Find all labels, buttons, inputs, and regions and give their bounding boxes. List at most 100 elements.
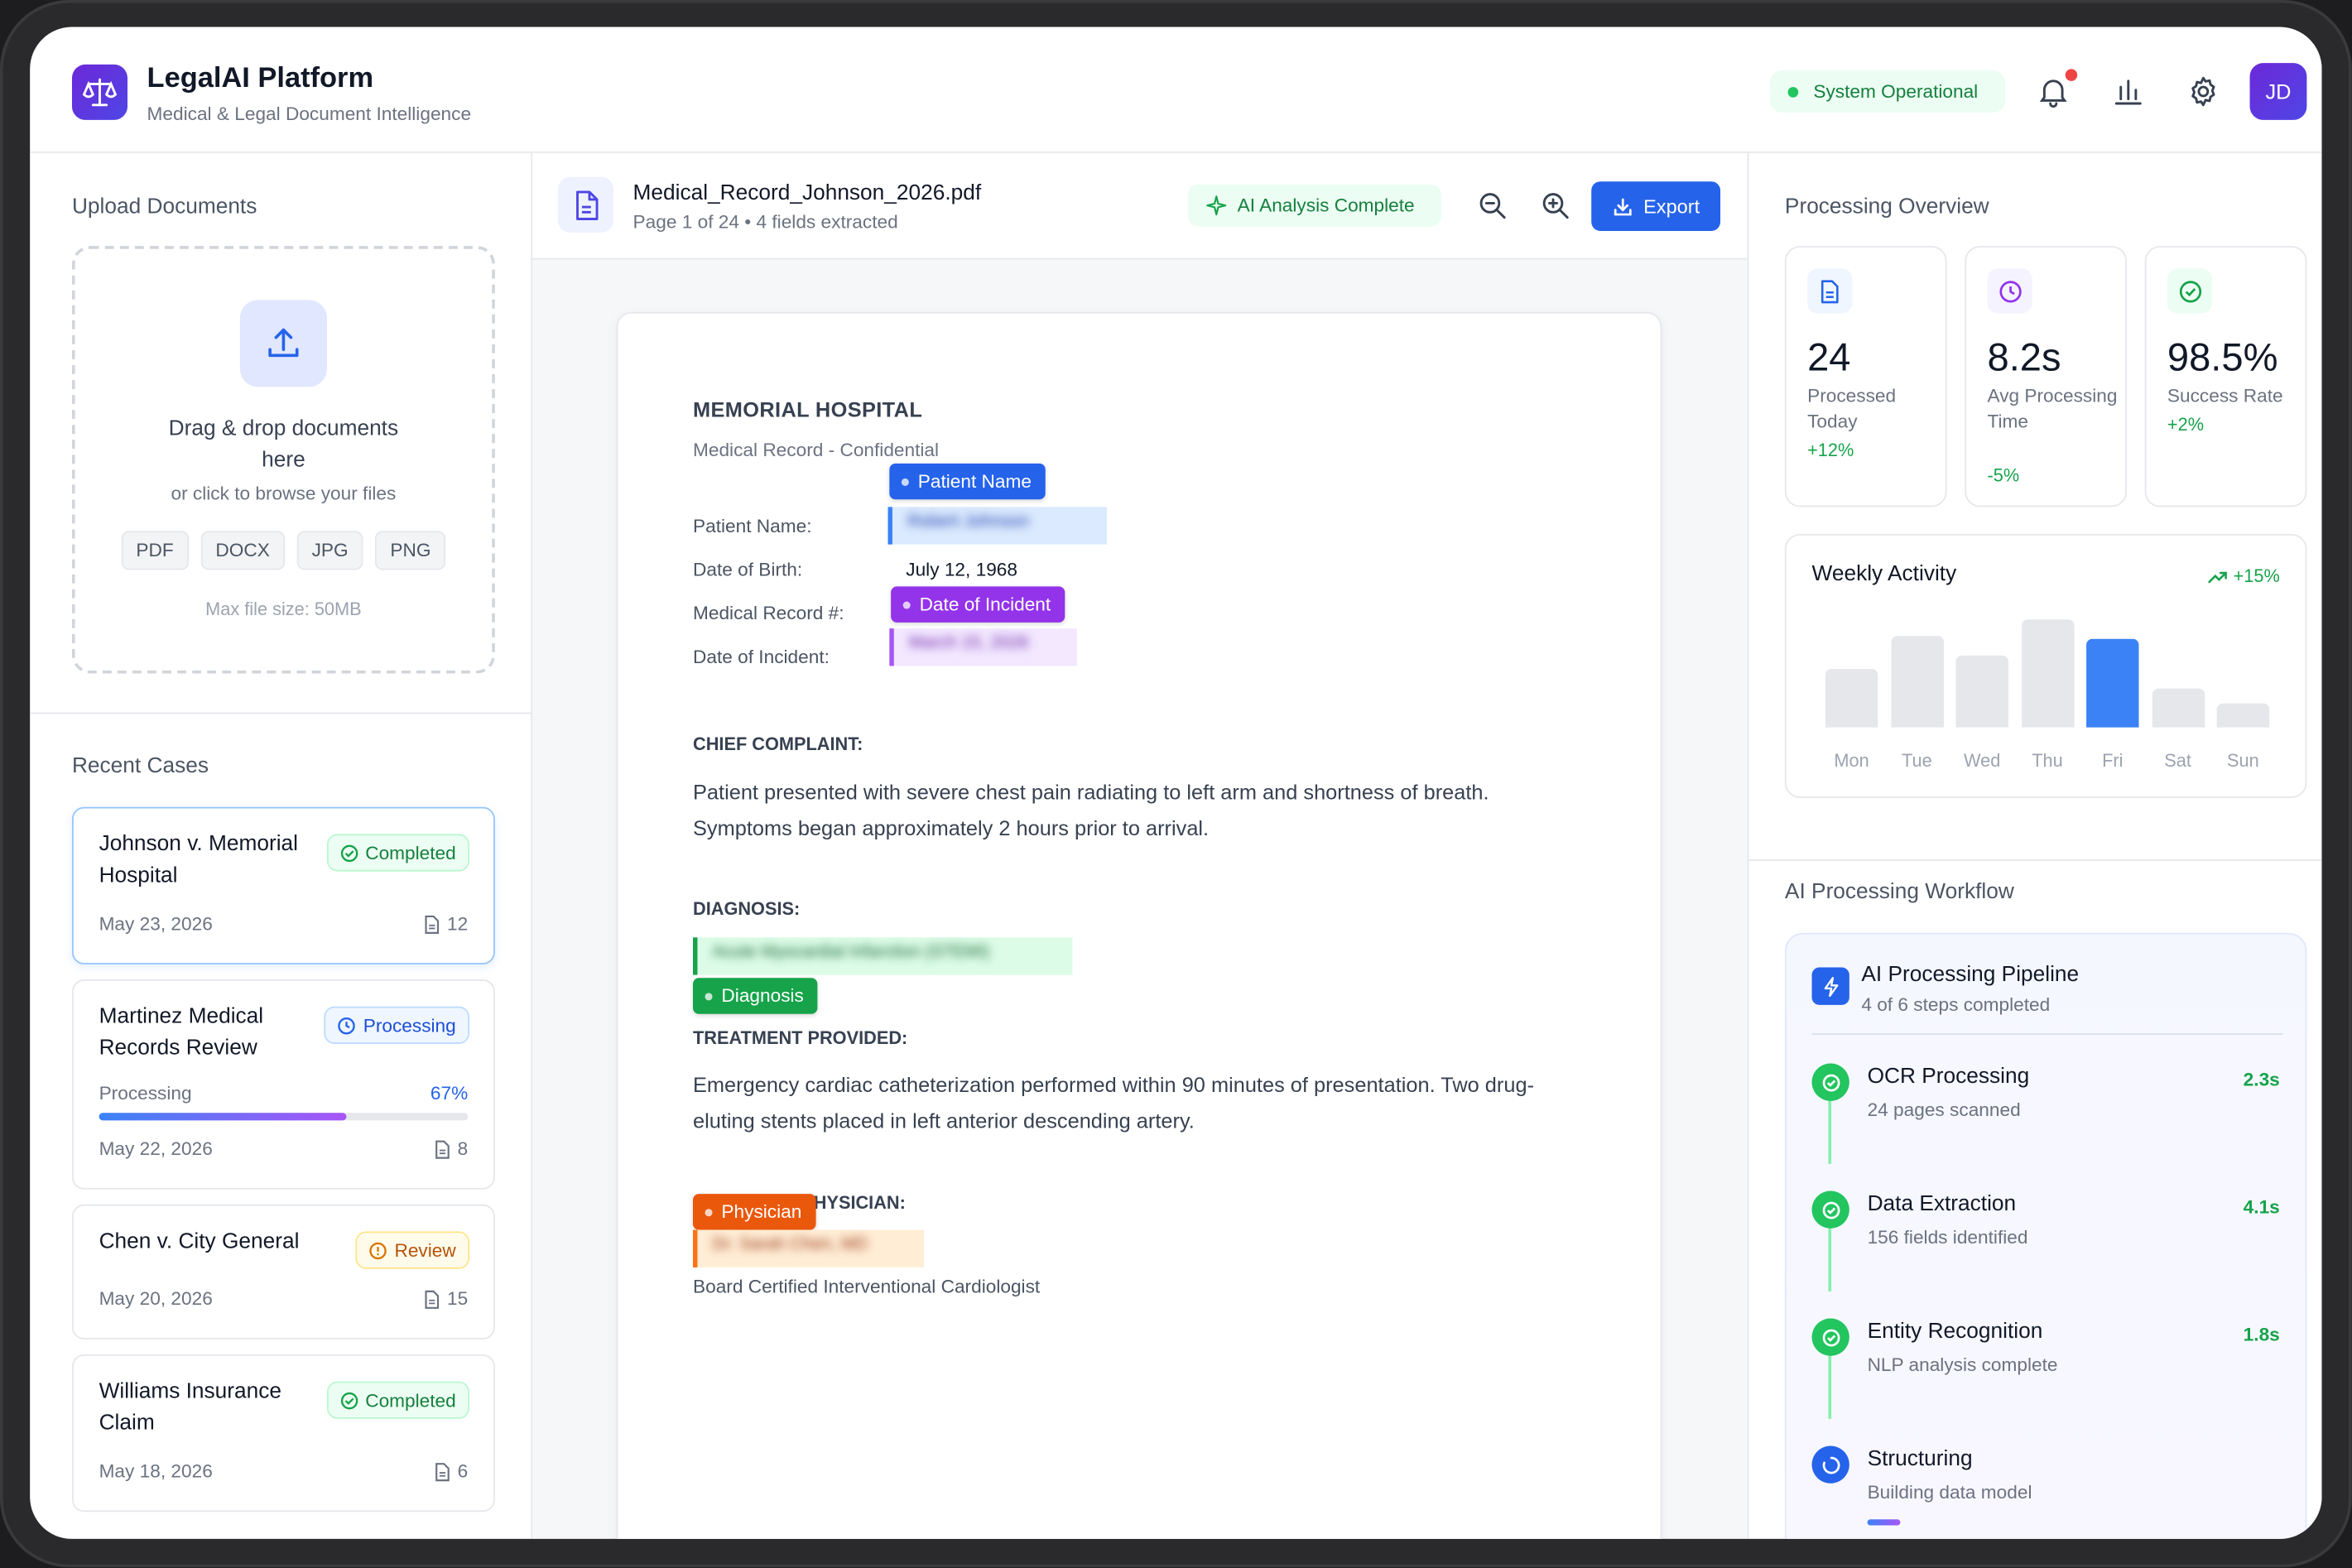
status-badge-label: Review <box>394 1239 456 1261</box>
user-avatar[interactable]: JD <box>2249 63 2307 120</box>
upload-icon <box>239 300 327 387</box>
tag-label: Patient Name <box>917 470 1032 493</box>
gear-icon[interactable] <box>2186 74 2221 109</box>
case-card-williams[interactable]: Williams Insurance Claim Completed May 1… <box>71 1354 495 1513</box>
case-date: May 23, 2026 <box>99 913 213 935</box>
treatment-heading: TREATMENT PROVIDED: <box>693 1027 908 1049</box>
chief-complaint-heading: CHIEF COMPLAINT: <box>693 733 863 755</box>
stat-value: 98.5% <box>2167 334 2278 380</box>
tag-diagnosis: Diagnosis <box>693 978 818 1014</box>
right-panel: Processing Overview 24 Processed Today +… <box>1747 152 2322 1539</box>
format-chips: PDF DOCX JPG PNG <box>75 531 493 570</box>
app-title: LegalAI Platform <box>147 63 374 95</box>
dropzone-subtitle: or click to browse your files <box>171 483 397 504</box>
zoom-in-icon[interactable] <box>1537 187 1573 223</box>
case-card-martinez[interactable]: Martinez Medical Records Review Processi… <box>71 979 495 1190</box>
loading-spinner-icon <box>1811 1445 1849 1484</box>
weekly-change: +15% <box>2208 565 2280 586</box>
case-doc-count-value: 15 <box>447 1288 469 1310</box>
chart-bar-tue <box>1890 636 1944 728</box>
stat-value: 8.2s <box>1987 334 2061 380</box>
case-card-chen[interactable]: Chen v. City General Review May 20, 2026… <box>71 1204 495 1340</box>
tag-label: Diagnosis <box>721 985 804 1007</box>
document-icon <box>425 1289 440 1308</box>
step-connector <box>1828 1354 1832 1419</box>
file-icon <box>557 176 613 233</box>
progress-label: Processing <box>99 1083 192 1104</box>
patient-name-field[interactable]: Robert Johnson <box>887 507 1108 545</box>
trending-up-icon <box>2208 570 2227 583</box>
chart-bar-fri <box>2086 638 2139 728</box>
chart-bar-thu <box>2021 619 2074 728</box>
weekly-activity-card: Weekly Activity +15% Mon Tue Wed Thu Fri Sat S… <box>1784 533 2307 798</box>
format-chip-pdf: PDF <box>121 531 189 570</box>
dropzone-title: Drag & drop documents here <box>168 416 399 473</box>
diagnosis-field[interactable]: Acute Myocardial Infarction (STEMI) <box>693 937 1073 975</box>
bar-chart-icon[interactable] <box>2110 74 2146 109</box>
stat-label: Success Rate <box>2167 385 2283 406</box>
diagnosis-value: Acute Myocardial Infarction (STEMI) <box>712 943 990 962</box>
case-title: Johnson v. Memorial Hospital <box>99 832 298 888</box>
status-badge-completed: Completed <box>326 834 470 872</box>
app-root: LegalAI Platform Medical & Legal Documen… <box>0 0 2352 1568</box>
clock-icon <box>1987 268 2032 314</box>
step-connector <box>1828 1226 1832 1291</box>
document-viewer: Medical_Record_Johnson_2026.pdf Page 1 o… <box>532 152 1748 1539</box>
weekly-change-value: +15% <box>2233 565 2280 587</box>
format-chip-docx: DOCX <box>200 531 285 570</box>
app-subtitle: Medical & Legal Document Intelligence <box>147 103 472 125</box>
tag-label: Date of Incident <box>919 594 1051 615</box>
ai-analysis-badge: AI Analysis Complete <box>1187 184 1442 227</box>
case-doc-count-value: 8 <box>457 1138 469 1160</box>
case-date: May 18, 2026 <box>99 1460 213 1482</box>
status-badge-label: Processing <box>363 1014 456 1036</box>
document-icon <box>435 1139 450 1158</box>
patient-name-label: Patient Name: <box>693 516 812 537</box>
overview-title: Processing Overview <box>1784 195 1989 219</box>
chart-bar-sat <box>2151 688 2205 728</box>
alert-circle-icon <box>369 1241 387 1259</box>
chart-day-label: Fri <box>2102 749 2124 772</box>
incident-date-field[interactable]: March 15, 2026 <box>889 628 1077 666</box>
tag-patient-name: Patient Name <box>889 463 1046 500</box>
case-title: Williams Insurance Claim <box>99 1379 282 1436</box>
tag-dot-icon <box>705 992 713 1000</box>
treatment-text: Emergency cardiac catheterization perfor… <box>693 1072 1535 1133</box>
status-badge-label: Completed <box>365 842 456 863</box>
workflow-divider <box>1811 1033 2283 1036</box>
scales-logo-icon <box>71 64 127 120</box>
stat-value: 24 <box>1807 334 1851 380</box>
case-doc-count: 12 <box>423 913 468 935</box>
stat-label: Processed Today <box>1807 385 1897 432</box>
max-file-size: Max file size: 50MB <box>205 598 362 620</box>
dob-label: Date of Birth: <box>693 559 803 581</box>
export-button[interactable]: Export <box>1591 181 1721 232</box>
document-page: MEMORIAL HOSPITAL Medical Record - Confi… <box>616 311 1662 1539</box>
workflow-subtitle: 4 of 6 steps completed <box>1861 994 2051 1016</box>
case-doc-count: 15 <box>423 1288 469 1310</box>
clock-icon <box>338 1017 356 1034</box>
stat-card-success-rate: 98.5% Success Rate +2% <box>2144 246 2307 507</box>
document-icon <box>435 1462 450 1481</box>
zoom-out-icon[interactable] <box>1474 187 1510 223</box>
hospital-name: MEMORIAL HOSPITAL <box>693 397 923 422</box>
stat-card-avg-time: 8.2s Avg Processing Time -5% <box>1965 246 2127 507</box>
right-divider <box>1748 859 2322 861</box>
progress-percent: 67% <box>430 1083 469 1104</box>
physician-field[interactable]: Dr. Sarah Chen, MD <box>693 1229 925 1267</box>
export-label: Export <box>1643 195 1700 218</box>
step-name: OCR Processing <box>1867 1065 2030 1089</box>
step-complete-icon <box>1811 1063 1849 1101</box>
physician-value: Dr. Sarah Chen, MD <box>712 1235 868 1254</box>
tag-dot-icon <box>902 600 911 608</box>
document-icon <box>1807 268 1853 314</box>
step-detail: Building data model <box>1867 1481 2032 1503</box>
patient-name-value: Robert Johnson <box>907 512 1030 531</box>
document-filename: Medical_Record_Johnson_2026.pdf <box>632 181 982 206</box>
step-complete-icon <box>1811 1190 1849 1229</box>
document-icon <box>425 914 440 934</box>
case-date: May 22, 2026 <box>99 1138 213 1160</box>
step-complete-icon <box>1811 1318 1849 1356</box>
upload-dropzone[interactable]: Drag & drop documents here or click to b… <box>71 246 495 674</box>
case-card-johnson[interactable]: Johnson v. Memorial Hospital Completed M… <box>71 806 495 964</box>
